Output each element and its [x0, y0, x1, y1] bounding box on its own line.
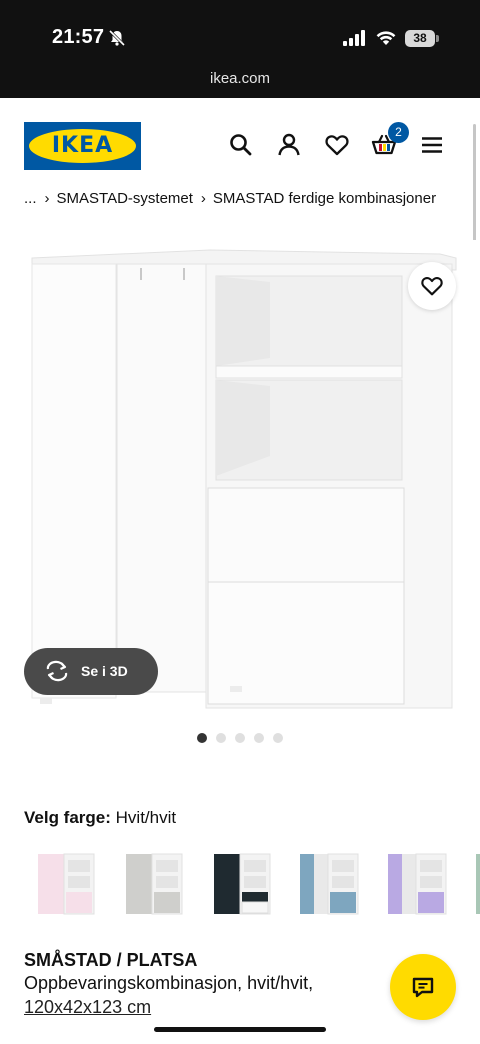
breadcrumb-item-smastad-system[interactable]: SMASTAD-systemet — [57, 190, 193, 207]
breadcrumb: ... › SMASTAD-systemet › SMASTAD ferdige kom… — [24, 190, 436, 207]
profile-icon[interactable] — [276, 132, 302, 158]
cart-count-badge: 2 — [388, 122, 409, 143]
home-indicator[interactable] — [154, 1027, 326, 1032]
logo-text: IKEA — [51, 133, 114, 158]
view-in-3d-button[interactable]: Se i 3D — [24, 648, 158, 695]
status-bar: 21:57 38 ikea.com — [0, 0, 480, 98]
battery-tip — [436, 35, 439, 42]
wishlist-button[interactable] — [408, 262, 456, 310]
product-description: Oppbevaringskombinasjon, hvit/hvit, — [24, 973, 314, 993]
color-swatch-pink-white[interactable] — [28, 846, 100, 920]
status-time: 21:57 — [52, 26, 105, 48]
color-picker-label: Velg farge: Hvit/hvit — [24, 808, 176, 828]
menu-icon[interactable] — [419, 132, 445, 158]
rotate-3d-icon — [46, 660, 68, 682]
color-label-title: Velg farge: — [24, 808, 111, 827]
color-swatch-lilac-white[interactable] — [380, 846, 452, 920]
chevron-right-icon: › — [200, 190, 206, 207]
selected-color-value: Hvit/hvit — [115, 808, 177, 827]
product-name: SMÅSTAD / PLATSA — [24, 950, 198, 970]
color-swatch-blue-white[interactable] — [292, 846, 364, 920]
carousel-dot[interactable] — [273, 733, 283, 743]
wifi-icon — [376, 31, 396, 45]
product-size-link[interactable]: 120x42x123 cm — [24, 997, 151, 1018]
breadcrumb-item-smastad-combinations[interactable]: SMASTAD ferdige kombinasjoner — [213, 190, 436, 207]
chevron-right-icon: › — [44, 190, 50, 207]
battery-indicator: 38 — [405, 30, 435, 47]
chat-icon — [412, 977, 434, 998]
heart-icon — [421, 277, 443, 296]
color-swatch-black-white[interactable] — [204, 846, 276, 920]
search-icon[interactable] — [228, 132, 254, 158]
url-text[interactable]: ikea.com — [0, 70, 480, 87]
carousel-dot[interactable] — [235, 733, 245, 743]
ikea-logo[interactable]: IKEA — [24, 122, 141, 170]
heart-icon[interactable] — [324, 132, 350, 158]
view-in-3d-label: Se i 3D — [81, 663, 128, 679]
color-swatch-green-white[interactable] — [468, 846, 480, 920]
carousel-dot[interactable] — [254, 733, 264, 743]
chat-button[interactable] — [390, 954, 456, 1020]
carousel-dot[interactable] — [216, 733, 226, 743]
bell-slash-icon — [108, 29, 126, 47]
signal-icon — [343, 30, 365, 46]
breadcrumb-ellipsis[interactable]: ... — [24, 190, 37, 207]
color-swatch-grey-white[interactable] — [116, 846, 188, 920]
carousel-dots — [197, 733, 283, 743]
carousel-dot[interactable] — [197, 733, 207, 743]
